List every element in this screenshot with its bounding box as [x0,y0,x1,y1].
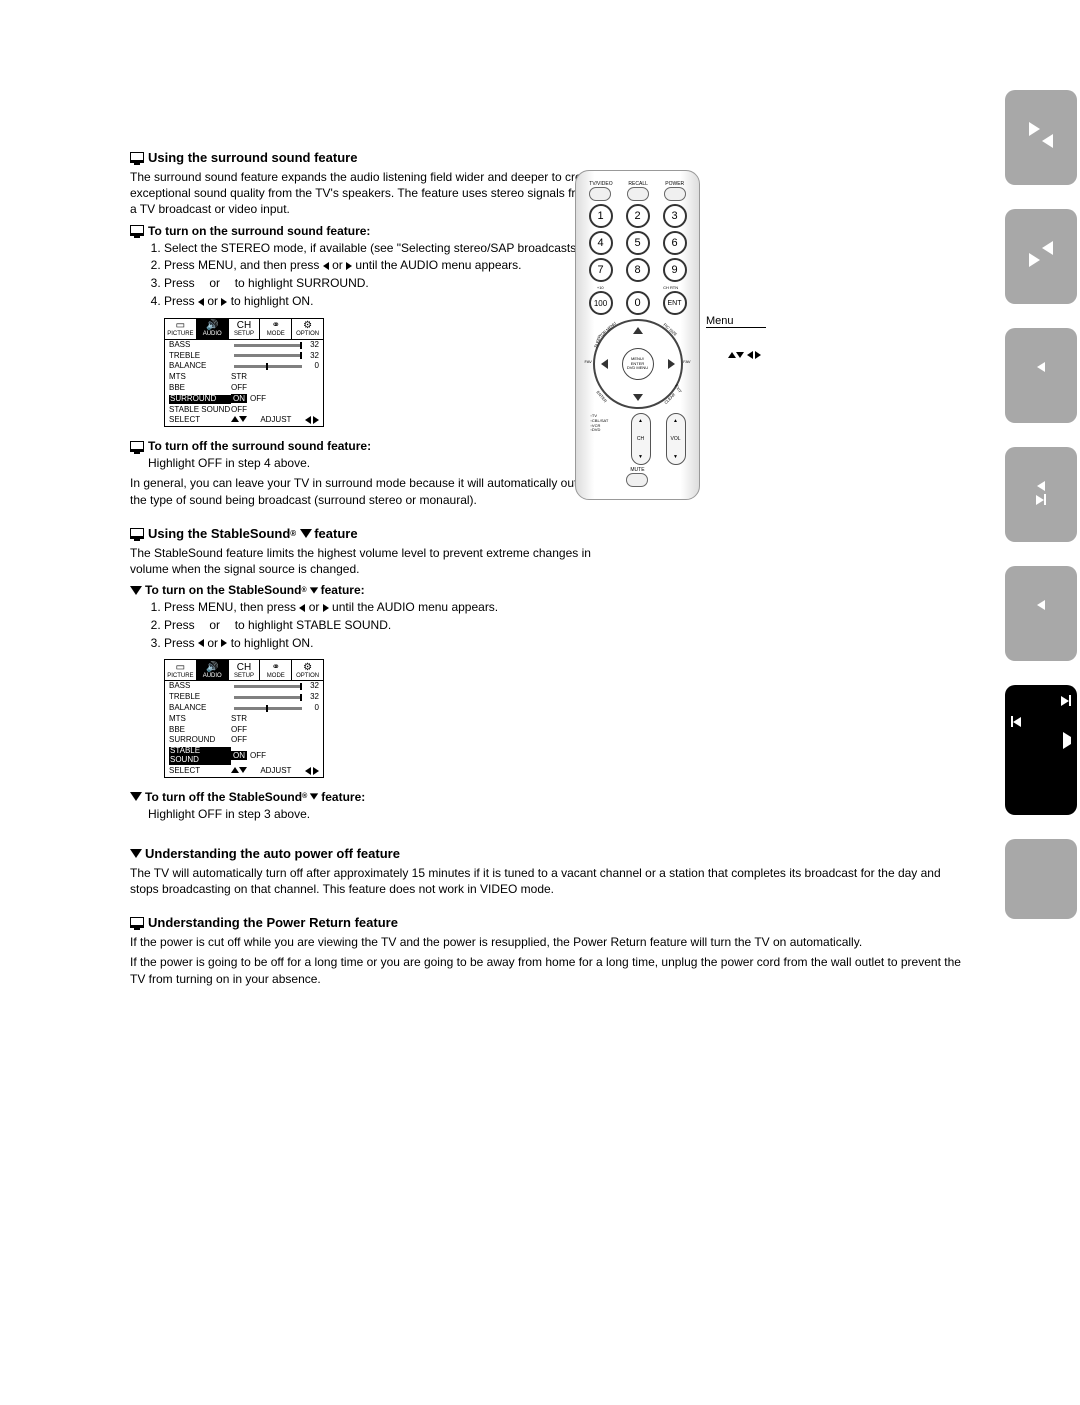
tab-audio: 🔊AUDIO [197,319,229,339]
surround-note: In general, you can leave your TV in sur… [130,475,600,507]
tv-icon [130,528,144,539]
down-triangle-icon [300,529,312,538]
up-arrow-icon [728,352,736,358]
step: Press or to highlight ON. [164,635,740,652]
btn-1: 1 [589,204,613,228]
btn-2: 2 [626,204,650,228]
down-arrow-icon [736,352,744,358]
tab-setup: CHSETUP [229,319,261,339]
down-triangle-icon [130,849,142,858]
next-icon [1036,495,1044,505]
ch-rocker: ▲CH▼ [631,413,651,465]
surround-intro: The surround sound feature expands the a… [130,169,600,218]
auto-off-body: The TV will automatically turn off after… [130,865,970,897]
power-return-p2: If the power is going to be off for a lo… [130,954,970,986]
tab-box [1005,447,1077,542]
prev-icon [1037,362,1045,372]
btn-power [664,187,686,201]
btn-tvvideo [589,187,611,201]
heading-surround: Using the surround sound feature [130,150,740,165]
tab-mode: ⚭MODE [260,319,292,339]
btn-4: 4 [589,231,613,255]
dpad: TOP MENU SLEEP PIC SIZE ENTER EXIT CLEAR… [593,319,683,409]
play-left-icon [1042,134,1053,148]
tab-option: ⚙OPTION [292,660,323,680]
tab-box [1005,328,1077,423]
power-return-p1: If the power is cut off while you are vi… [130,934,970,950]
btn-100: 100 [589,291,613,315]
stable-off-step: Highlight OFF in step 3 above. [148,806,740,822]
callout-menu: Menu [706,315,734,327]
tab-picture: ▭PICTURE [165,319,197,339]
tv-icon [130,441,144,452]
tv-icon [130,917,144,928]
tab-box-active [1005,685,1077,815]
tab-audio: 🔊AUDIO [197,660,229,680]
btn-3: 3 [663,204,687,228]
prev-icon [1037,600,1045,610]
osd-menu-stable: ▭PICTURE 🔊AUDIO CHSETUP ⚭MODE ⚙OPTION BA… [164,659,324,777]
osd-menu-surround: ▭PICTURE 🔊AUDIO CHSETUP ⚭MODE ⚙OPTION BA… [164,318,324,427]
prev-icon [1037,481,1045,491]
play-icon [1029,253,1040,267]
play-icon [1029,122,1040,136]
remote-control: TV/VIDEO RECALL POWER 123 456 789 +10CH … [575,170,700,500]
stable-intro: The StableSound feature limits the highe… [130,545,600,577]
btn-mute [626,473,648,487]
heading-auto-off: Understanding the auto power off feature [130,846,970,861]
btn-8: 8 [626,258,650,282]
right-arrow-icon [755,351,761,359]
tab-option: ⚙OPTION [292,319,323,339]
tab-mode: ⚭MODE [260,660,292,680]
tv-icon [130,152,144,163]
step: Press or to highlight STABLE SOUND. [164,617,740,634]
down-triangle-icon [130,586,142,595]
heading-stable-on: To turn on the StableSound® feature: [130,583,740,597]
heading-stable-off: To turn off the StableSound® feature: [130,790,740,804]
left-arrow-icon [747,351,753,359]
btn-7: 7 [589,258,613,282]
btn-5: 5 [626,231,650,255]
down-triangle-icon [309,587,317,593]
down-triangle-icon [130,792,142,801]
dpad-down-icon [633,394,643,401]
btn-ent: ENT [663,291,687,315]
dpad-up-icon [633,327,643,334]
tab-box [1005,209,1077,304]
btn-6: 6 [663,231,687,255]
tab-box [1005,839,1077,919]
heading-power-return: Understanding the Power Return feature [130,915,970,930]
dpad-right-icon [668,359,675,369]
prev-track-icon [1013,717,1021,727]
vol-rocker: ▲VOL▼ [666,413,686,465]
down-triangle-icon [310,793,318,799]
tv-icon [130,225,144,236]
play-left-icon [1042,241,1053,255]
sidebar-tabs [1005,90,1080,943]
btn-recall [627,187,649,201]
tab-picture: ▭PICTURE [165,660,197,680]
next-icon [1061,696,1069,706]
btn-0: 0 [626,291,650,315]
step: Press MENU, then press or until the AUDI… [164,599,740,616]
stable-on-steps: Press MENU, then press or until the AUDI… [164,599,740,651]
tab-setup: CHSETUP [229,660,261,680]
tab-box [1005,566,1077,661]
play-icon [1063,732,1071,749]
dpad-left-icon [601,359,608,369]
callout-arrows [728,350,761,360]
mode-switch: ▫TV▫CBL/SAT▫VCR▫DVD [590,413,616,434]
heading-stable: Using the StableSound® feature [130,526,740,541]
tab-box [1005,90,1077,185]
btn-9: 9 [663,258,687,282]
